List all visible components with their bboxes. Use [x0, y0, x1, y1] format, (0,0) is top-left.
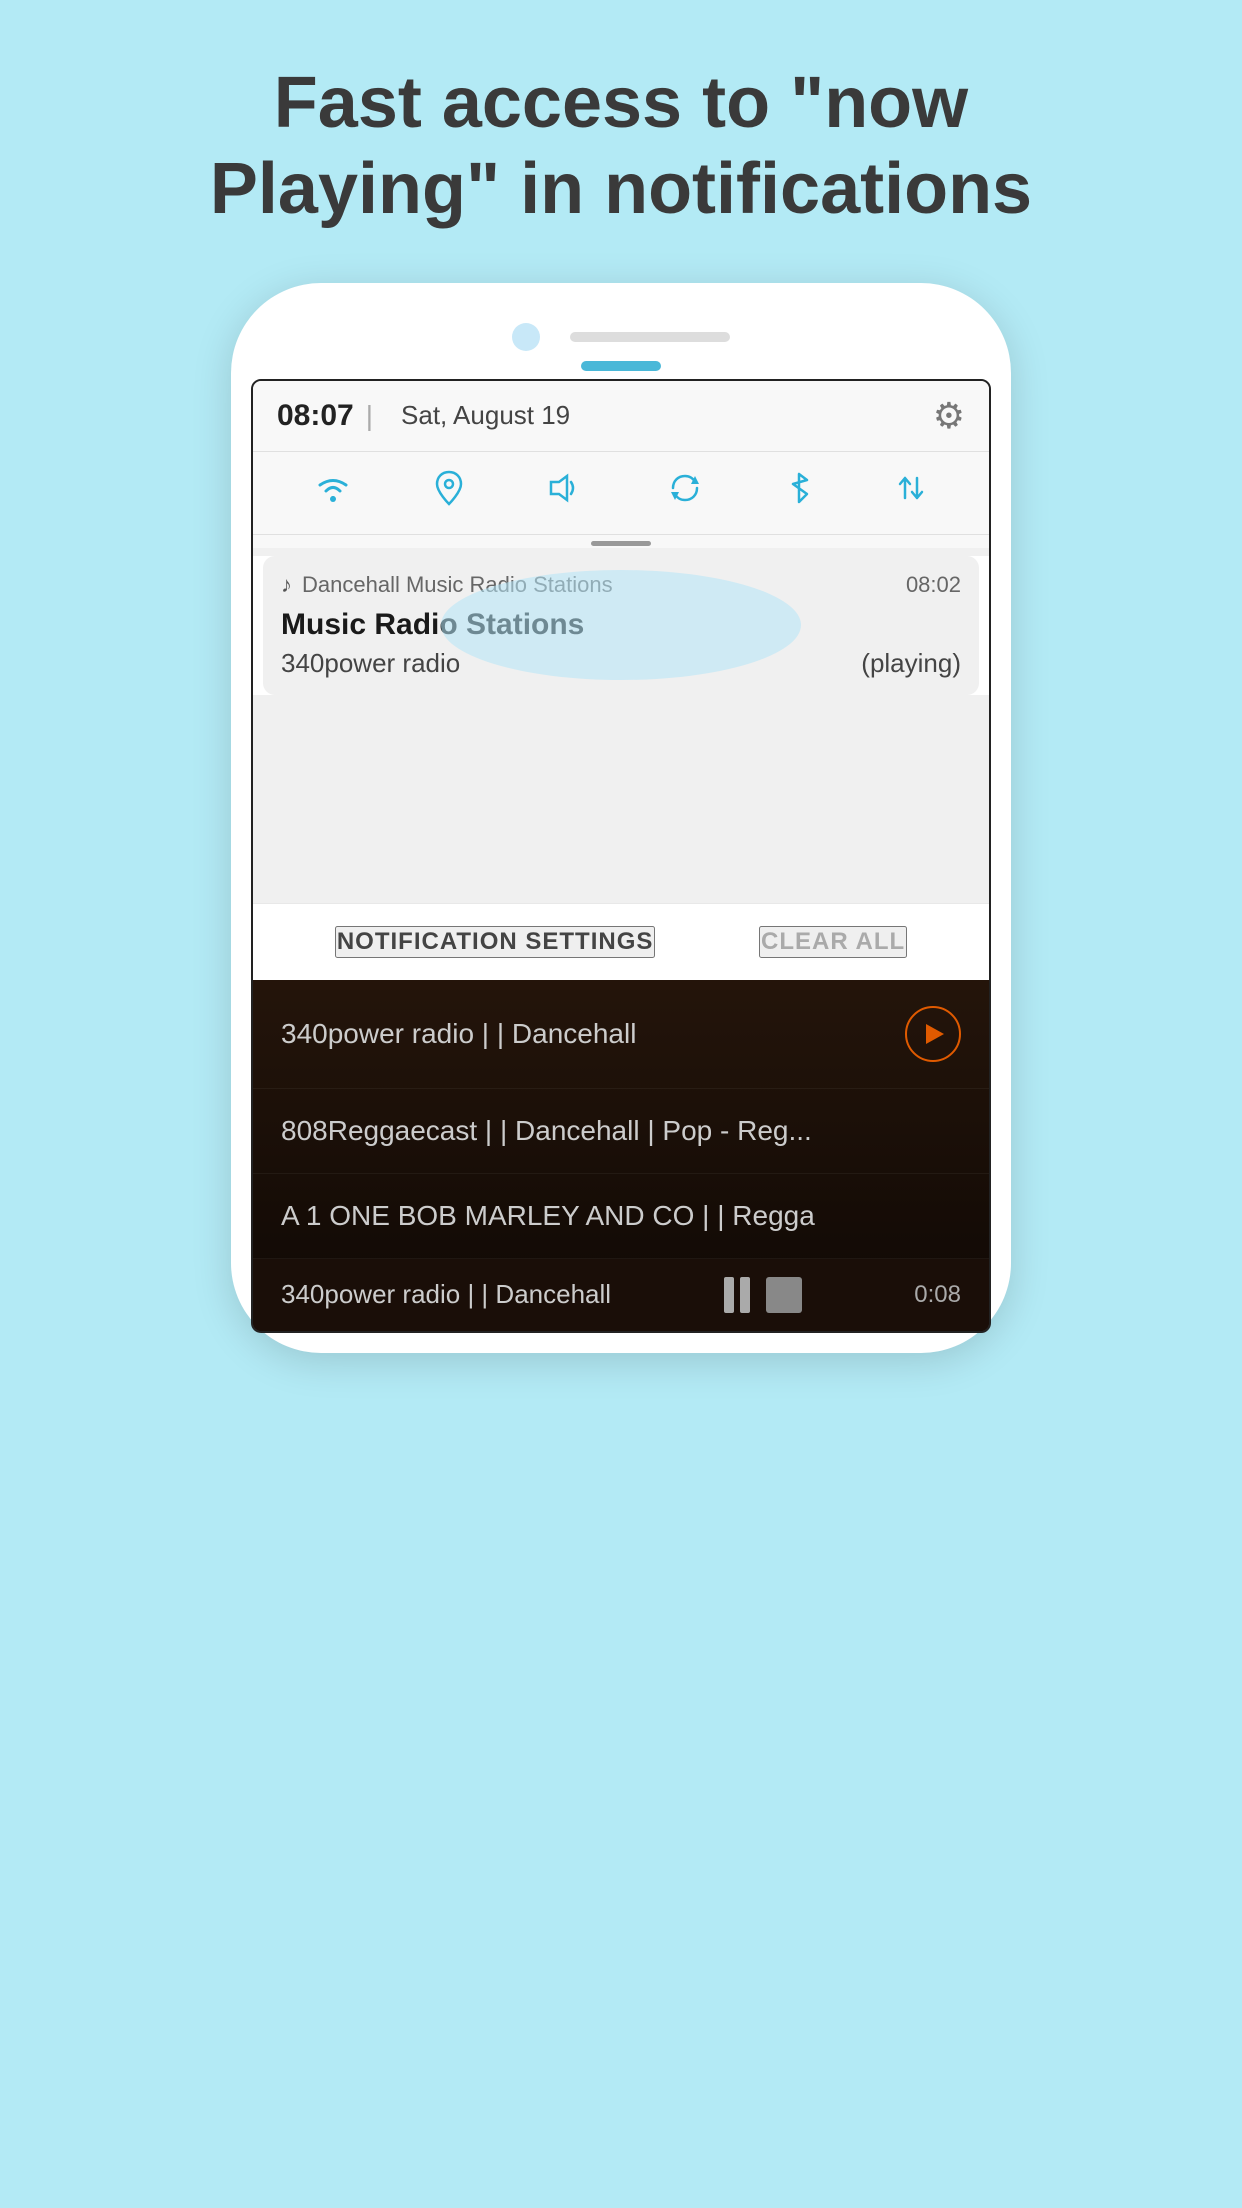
page-title: Fast access to "now Playing" in notifica…	[130, 60, 1112, 233]
play-triangle-icon	[926, 1024, 944, 1044]
notification-settings-button[interactable]: NOTIFICATION SETTINGS	[335, 926, 656, 958]
notif-title: Music Radio Stations	[281, 608, 961, 642]
phone-camera	[512, 323, 540, 351]
volume-icon[interactable]	[547, 471, 583, 514]
notification-area: ♪ Dancehall Music Radio Stations 08:02 M…	[253, 556, 989, 695]
status-date: Sat, August 19	[401, 400, 570, 431]
pause-bar-right	[740, 1277, 750, 1313]
phone-home-indicator	[581, 361, 661, 371]
status-left: 08:07 | Sat, August 19	[277, 399, 570, 433]
music-note-icon: ♪	[281, 572, 292, 598]
list-item-label: 340power radio | | Dancehall	[281, 1018, 905, 1050]
notif-subtitle: 340power radio (playing)	[281, 648, 961, 679]
gear-icon[interactable]: ⚙	[933, 395, 965, 437]
notif-station: 340power radio	[281, 648, 460, 679]
pause-bar-left	[724, 1277, 734, 1313]
list-item[interactable]: 808Reggaecast | | Dancehall | Pop - Reg.…	[253, 1089, 989, 1174]
notif-time: 08:02	[906, 572, 961, 598]
location-icon[interactable]	[435, 470, 463, 516]
clear-all-button[interactable]: CLEAR ALL	[759, 926, 907, 958]
stop-button[interactable]	[766, 1277, 802, 1313]
drag-handle	[253, 535, 989, 548]
status-bar: 08:07 | Sat, August 19 ⚙	[253, 381, 989, 452]
phone-top-bar	[251, 303, 991, 361]
player-bar: 340power radio | | Dancehall 0:08	[253, 1259, 989, 1331]
player-time: 0:08	[914, 1281, 961, 1309]
player-station: 340power radio | | Dancehall	[281, 1279, 611, 1310]
notif-status: (playing)	[861, 648, 961, 679]
notification-header: ♪ Dancehall Music Radio Stations 08:02	[281, 572, 961, 598]
wifi-icon[interactable]	[315, 471, 351, 514]
play-button[interactable]	[905, 1006, 961, 1062]
phone-shell: 08:07 | Sat, August 19 ⚙	[231, 283, 1011, 1353]
notif-app-name: Dancehall Music Radio Stations	[302, 572, 896, 598]
sync-icon[interactable]	[667, 470, 703, 516]
list-item-label: A 1 ONE BOB MARLEY AND CO | | Regga	[281, 1200, 961, 1232]
status-time: 08:07	[277, 399, 354, 433]
list-item-label: 808Reggaecast | | Dancehall | Pop - Reg.…	[281, 1115, 961, 1147]
list-item[interactable]: 340power radio | | Dancehall	[253, 980, 989, 1089]
notif-bottom-bar: NOTIFICATION SETTINGS CLEAR ALL	[253, 903, 989, 980]
radio-list: 340power radio | | Dancehall 808Reggaeca…	[253, 980, 989, 1331]
playbar-controls	[724, 1277, 802, 1313]
phone-screen: 08:07 | Sat, August 19 ⚙	[251, 379, 991, 1333]
bluetooth-icon[interactable]	[787, 470, 811, 516]
quick-settings	[253, 452, 989, 535]
blank-area	[253, 703, 989, 903]
pause-button[interactable]	[724, 1277, 750, 1313]
data-transfer-icon[interactable]	[895, 470, 927, 516]
status-separator: |	[366, 400, 373, 432]
phone-speaker	[570, 332, 730, 342]
list-item[interactable]: A 1 ONE BOB MARLEY AND CO | | Regga	[253, 1174, 989, 1259]
notification-card[interactable]: ♪ Dancehall Music Radio Stations 08:02 M…	[263, 556, 979, 695]
